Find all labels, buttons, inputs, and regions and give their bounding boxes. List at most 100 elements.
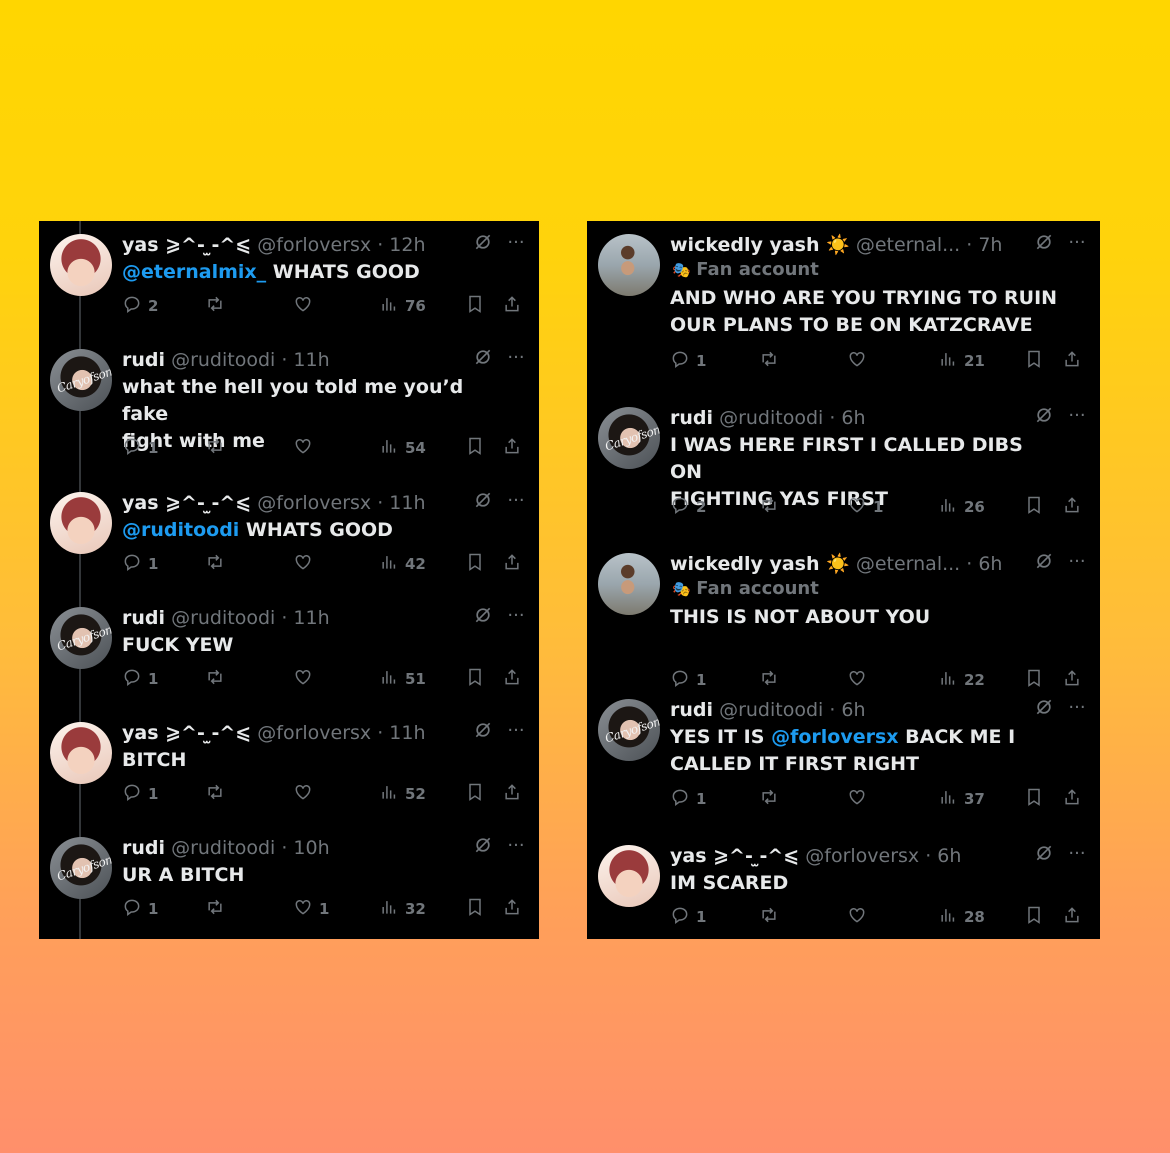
user-handle[interactable]: @forloversx: [805, 845, 919, 867]
display-name[interactable]: yas ⩾^- ̫-^⩽: [122, 722, 251, 744]
views-button[interactable]: 28: [938, 905, 985, 929]
display-name[interactable]: rudi: [122, 607, 165, 629]
display-name[interactable]: wickedly yash ☀️: [670, 234, 850, 256]
views-button[interactable]: 51: [379, 667, 426, 691]
views-button[interactable]: 32: [379, 897, 426, 921]
repost-button[interactable]: [759, 349, 779, 373]
bookmark-button[interactable]: [465, 294, 485, 318]
grok-icon[interactable]: [1033, 232, 1055, 254]
reply-button[interactable]: 1: [122, 552, 158, 576]
grok-icon[interactable]: [1033, 697, 1055, 719]
more-icon[interactable]: ···: [1066, 405, 1088, 427]
like-button[interactable]: [847, 905, 873, 929]
repost-button[interactable]: [759, 787, 779, 811]
tweet[interactable]: yas ⩾^- ̫-^⩽ @forloversx · 11h ··· @rudito…: [39, 479, 539, 594]
display-name[interactable]: yas ⩾^- ̫-^⩽: [122, 492, 251, 514]
avatar[interactable]: [50, 234, 112, 296]
more-icon[interactable]: ···: [505, 835, 527, 857]
avatar[interactable]: [598, 553, 660, 615]
user-handle[interactable]: @ruditoodi: [171, 837, 275, 859]
repost-button[interactable]: [759, 905, 779, 929]
bookmark-button[interactable]: [465, 552, 485, 576]
more-icon[interactable]: ···: [505, 232, 527, 254]
views-button[interactable]: 26: [938, 495, 985, 519]
timestamp[interactable]: 10h: [293, 837, 329, 859]
avatar[interactable]: Caryofson: [50, 607, 112, 669]
tweet[interactable]: wickedly yash ☀️ @eternal... · 6h ··· 🎭 Fa…: [587, 540, 1100, 689]
bookmark-button[interactable]: [1024, 495, 1044, 519]
bookmark-button[interactable]: [465, 782, 485, 806]
mention-link[interactable]: @ruditoodi: [122, 519, 239, 541]
mention-link[interactable]: @forloversx: [771, 726, 898, 748]
share-button[interactable]: [502, 552, 522, 576]
tweet[interactable]: yas ⩾^- ̫-^⩽ @forloversx · 11h ··· BITCH 1 5…: [39, 709, 539, 824]
avatar[interactable]: [50, 722, 112, 784]
like-button[interactable]: [847, 349, 873, 373]
display-name[interactable]: yas ⩾^- ̫-^⩽: [122, 234, 251, 256]
more-icon[interactable]: ···: [1066, 551, 1088, 573]
share-button[interactable]: [502, 667, 522, 691]
bookmark-button[interactable]: [465, 667, 485, 691]
grok-icon[interactable]: [472, 835, 494, 857]
tweet[interactable]: wickedly yash ☀️ @eternal... · 7h ··· 🎭 Fa…: [587, 221, 1100, 370]
user-handle[interactable]: @ruditoodi: [719, 699, 823, 721]
timestamp[interactable]: 6h: [841, 699, 865, 721]
tweet[interactable]: yas ⩾^- ̫-^⩽ @forloversx · 6h ··· IM SCARE…: [587, 832, 1100, 939]
user-handle[interactable]: @forloversx: [257, 234, 371, 256]
grok-icon[interactable]: [1033, 551, 1055, 573]
like-button[interactable]: 1: [293, 897, 329, 921]
reply-button[interactable]: 1: [122, 782, 158, 806]
views-button[interactable]: 21: [938, 349, 985, 373]
display-name[interactable]: rudi: [670, 407, 713, 429]
like-button[interactable]: 1: [847, 495, 883, 519]
like-button[interactable]: [293, 667, 319, 691]
like-button[interactable]: [847, 787, 873, 811]
display-name[interactable]: wickedly yash ☀️: [670, 553, 850, 575]
repost-button[interactable]: [759, 495, 779, 519]
like-button[interactable]: [293, 294, 319, 318]
repost-button[interactable]: [205, 897, 225, 921]
timestamp[interactable]: 11h: [389, 722, 425, 744]
grok-icon[interactable]: [472, 232, 494, 254]
avatar[interactable]: Caryofson: [50, 837, 112, 899]
like-button[interactable]: [293, 436, 319, 460]
timestamp[interactable]: 11h: [293, 349, 329, 371]
reply-button[interactable]: 1: [670, 349, 706, 373]
views-button[interactable]: 37: [938, 787, 985, 811]
grok-icon[interactable]: [472, 347, 494, 369]
avatar[interactable]: [598, 234, 660, 296]
more-icon[interactable]: ···: [505, 490, 527, 512]
display-name[interactable]: rudi: [122, 349, 165, 371]
user-handle[interactable]: @ruditoodi: [171, 349, 275, 371]
timestamp[interactable]: 12h: [389, 234, 425, 256]
more-icon[interactable]: ···: [1066, 697, 1088, 719]
bookmark-button[interactable]: [1024, 787, 1044, 811]
avatar[interactable]: [598, 845, 660, 907]
tweet[interactable]: yas ⩾^- ̫-^⩽ @forloversx · 12h ··· @eterna…: [39, 221, 539, 336]
views-button[interactable]: 54: [379, 436, 426, 460]
display-name[interactable]: rudi: [122, 837, 165, 859]
bookmark-button[interactable]: [1024, 905, 1044, 929]
share-button[interactable]: [1062, 349, 1082, 373]
timestamp[interactable]: 11h: [293, 607, 329, 629]
share-button[interactable]: [502, 782, 522, 806]
timestamp[interactable]: 7h: [978, 234, 1002, 256]
like-button[interactable]: [293, 552, 319, 576]
timestamp[interactable]: 6h: [841, 407, 865, 429]
like-button[interactable]: [293, 782, 319, 806]
user-handle[interactable]: @eternal...: [856, 553, 960, 575]
display-name[interactable]: yas ⩾^- ̫-^⩽: [670, 845, 799, 867]
views-button[interactable]: 76: [379, 294, 426, 318]
grok-icon[interactable]: [1033, 843, 1055, 865]
tweet[interactable]: Caryofson rudi @ruditoodi · 10h ··· UR A BI…: [39, 824, 539, 939]
tweet[interactable]: Caryofson rudi @ruditoodi · 11h ··· FUCK YE…: [39, 594, 539, 709]
grok-icon[interactable]: [472, 490, 494, 512]
tweet[interactable]: Caryofson rudi @ruditoodi · 6h ··· YES IT I…: [587, 686, 1100, 832]
share-button[interactable]: [502, 436, 522, 460]
grok-icon[interactable]: [472, 605, 494, 627]
avatar[interactable]: Caryofson: [50, 349, 112, 411]
tweet[interactable]: Caryofson rudi @ruditoodi · 11h ··· what th…: [39, 336, 539, 479]
grok-icon[interactable]: [1033, 405, 1055, 427]
avatar[interactable]: Caryofson: [598, 699, 660, 761]
repost-button[interactable]: [205, 667, 225, 691]
